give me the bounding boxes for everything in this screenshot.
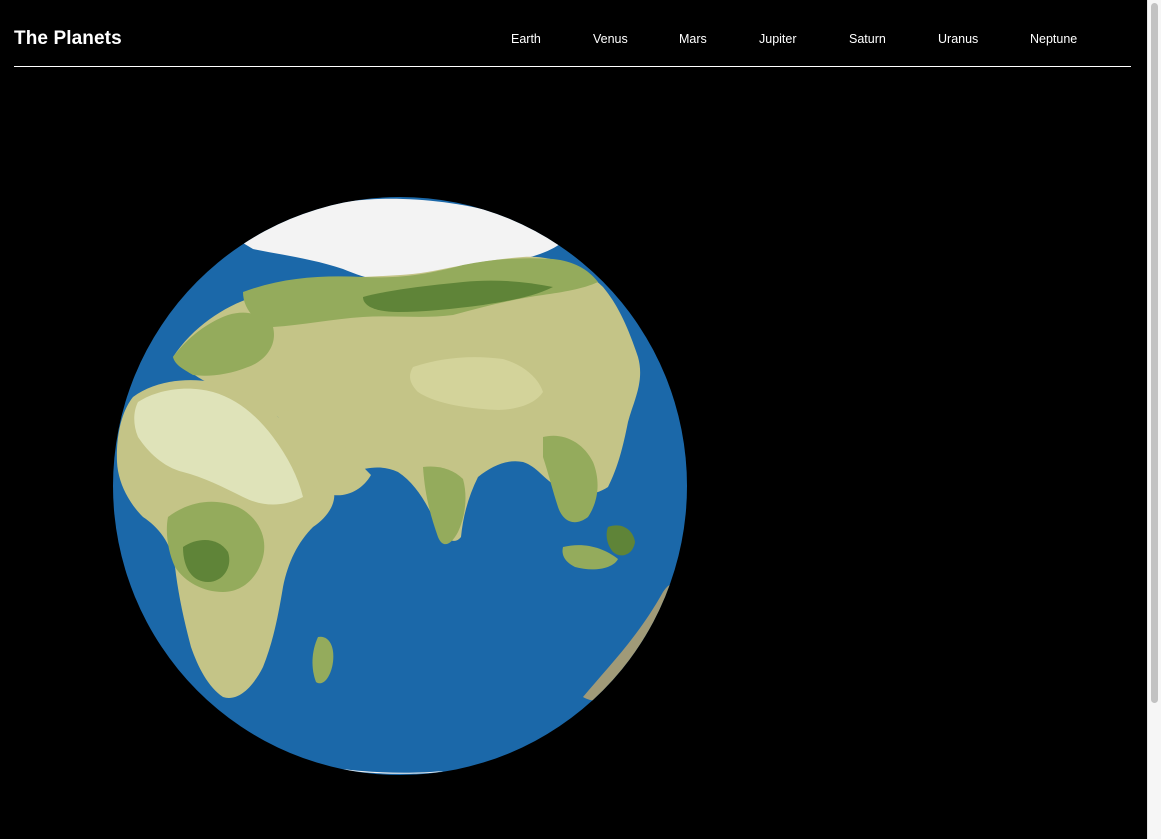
vertical-scrollbar[interactable]: [1147, 0, 1161, 839]
nav-item-uranus[interactable]: Uranus: [938, 32, 978, 46]
nav-item-neptune[interactable]: Neptune: [1030, 32, 1077, 46]
scrollbar-thumb[interactable]: [1151, 3, 1158, 703]
nav-item-saturn[interactable]: Saturn: [849, 32, 886, 46]
nav-item-earth[interactable]: Earth: [511, 32, 541, 46]
nav-item-mars[interactable]: Mars: [679, 32, 707, 46]
nav-item-jupiter[interactable]: Jupiter: [759, 32, 797, 46]
planet-nav: Earth Venus Mars Jupiter Saturn Uranus N…: [14, 32, 1131, 48]
planet-image: [113, 197, 687, 775]
earth-globe-image: [113, 197, 687, 775]
site-header: The Planets Earth Venus Mars Jupiter Sat…: [14, 0, 1131, 67]
nav-item-venus[interactable]: Venus: [593, 32, 628, 46]
page: The Planets Earth Venus Mars Jupiter Sat…: [0, 0, 1161, 839]
